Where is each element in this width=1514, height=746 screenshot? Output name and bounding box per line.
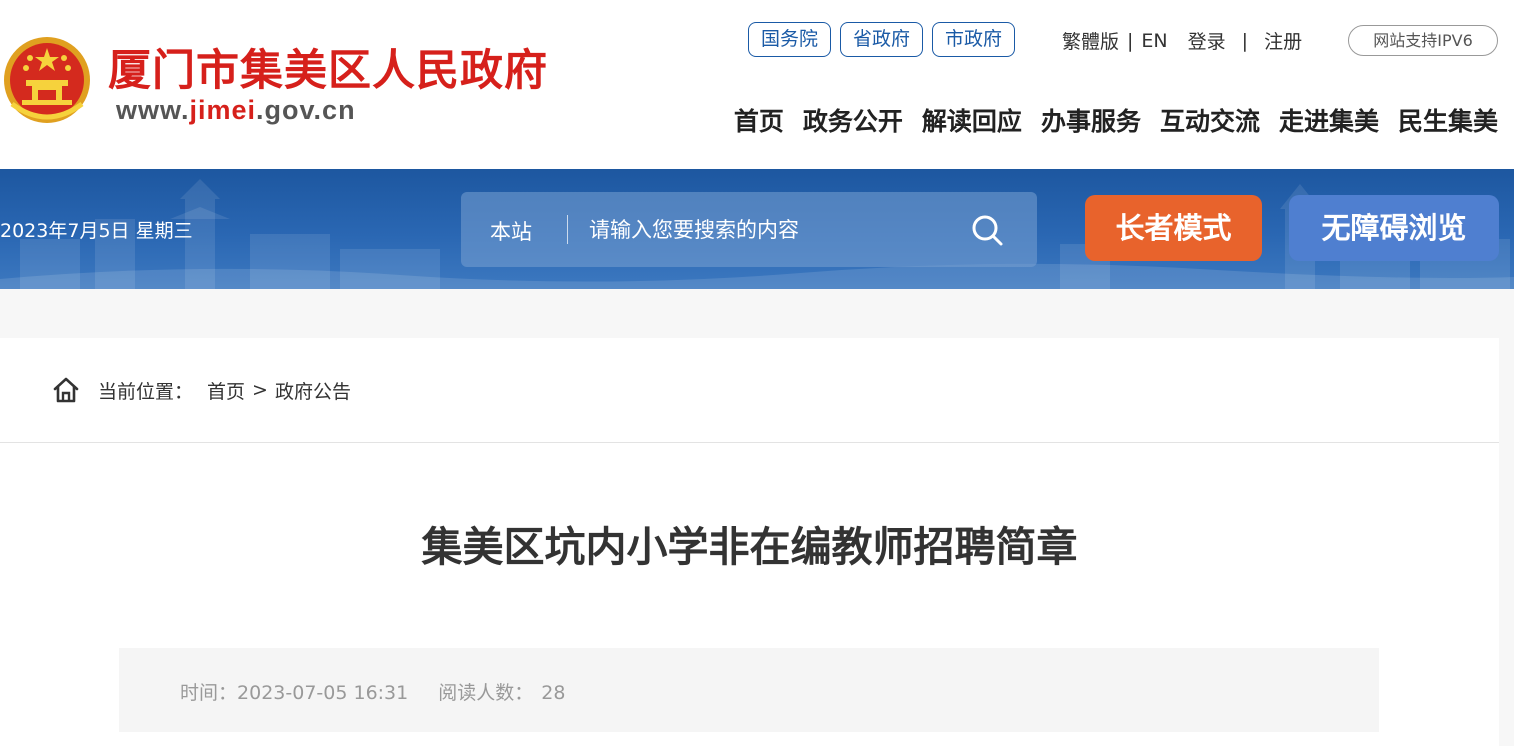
separator: | — [1127, 29, 1134, 52]
site-name: 厦门市集美区人民政府 — [108, 46, 548, 96]
search-icon[interactable] — [969, 212, 1005, 248]
gov-links: 国务院 省政府 市政府 — [748, 22, 1016, 57]
breadcrumb-home[interactable]: 首页 — [207, 377, 245, 404]
current-date: 2023年7月5日 星期三 — [0, 220, 193, 242]
search-scope-select[interactable]: 本站 — [490, 216, 532, 246]
register-link[interactable]: 注册 — [1264, 27, 1302, 54]
search-divider — [567, 215, 568, 244]
time-label: 时间： — [180, 682, 238, 704]
breadcrumb-current[interactable]: 政府公告 — [275, 377, 351, 404]
ipv6-badge: 网站支持IPV6 — [1348, 25, 1498, 56]
national-emblem-icon — [4, 37, 90, 123]
breadcrumb: 当前位置： 首页 > 政府公告 — [52, 376, 351, 404]
separator: | — [1241, 29, 1249, 52]
nav-interpretation[interactable]: 解读回应 — [922, 102, 1022, 138]
nav-gov-affairs[interactable]: 政务公开 — [803, 102, 903, 138]
article-title: 集美区坑内小学非在编教师招聘简章 — [421, 523, 1078, 571]
home-icon[interactable] — [52, 376, 80, 404]
reads-value: 28 — [541, 682, 566, 704]
nav-about-jimei[interactable]: 走进集美 — [1279, 102, 1379, 138]
top-links: 繁體版 | EN 登录 | 注册 — [1062, 27, 1302, 54]
breadcrumb-arrow: > — [252, 379, 268, 401]
nav-home[interactable]: 首页 — [734, 102, 784, 138]
nav-interaction[interactable]: 互动交流 — [1160, 102, 1260, 138]
nav-services[interactable]: 办事服务 — [1041, 102, 1141, 138]
time-value: 2023-07-05 16:31 — [237, 682, 409, 704]
domain-suffix: .gov.cn — [256, 95, 356, 125]
domain-highlight: jimei — [189, 95, 257, 125]
accessible-browse-button[interactable]: 无障碍浏览 — [1289, 195, 1499, 261]
reads-label: 阅读人数： — [438, 682, 534, 704]
search-input[interactable] — [589, 209, 949, 251]
link-city-gov[interactable]: 市政府 — [932, 22, 1016, 57]
breadcrumb-label: 当前位置： — [98, 380, 194, 403]
divider — [0, 442, 1499, 443]
login-link[interactable]: 登录 — [1188, 27, 1226, 54]
site-domain: www.jimei.gov.cn — [116, 95, 356, 126]
site-header: 厦门市集美区人民政府 www.jimei.gov.cn 国务院 省政府 市政府 … — [0, 0, 1514, 169]
link-provincial-gov[interactable]: 省政府 — [840, 22, 924, 57]
link-state-council[interactable]: 国务院 — [748, 22, 832, 57]
banner: 2023年7月5日 星期三 本站 长者模式 无障碍浏览 — [0, 169, 1514, 289]
main-nav: 首页 政务公开 解读回应 办事服务 互动交流 走进集美 民生集美 — [734, 102, 1498, 138]
nav-livelihood[interactable]: 民生集美 — [1398, 102, 1498, 138]
article-card: 当前位置： 首页 > 政府公告 集美区坑内小学非在编教师招聘简章 时间：2023… — [0, 338, 1499, 746]
traditional-chinese-link[interactable]: 繁體版 — [1062, 27, 1119, 54]
domain-prefix: www. — [116, 95, 190, 125]
article-meta: 时间：2023-07-05 16:31 阅读人数： 28 — [119, 648, 1379, 732]
meta-text: 时间：2023-07-05 16:31 阅读人数： 28 — [180, 678, 565, 705]
elder-mode-button[interactable]: 长者模式 — [1085, 195, 1262, 261]
english-link[interactable]: EN — [1141, 30, 1167, 52]
search-box: 本站 — [461, 192, 1037, 267]
